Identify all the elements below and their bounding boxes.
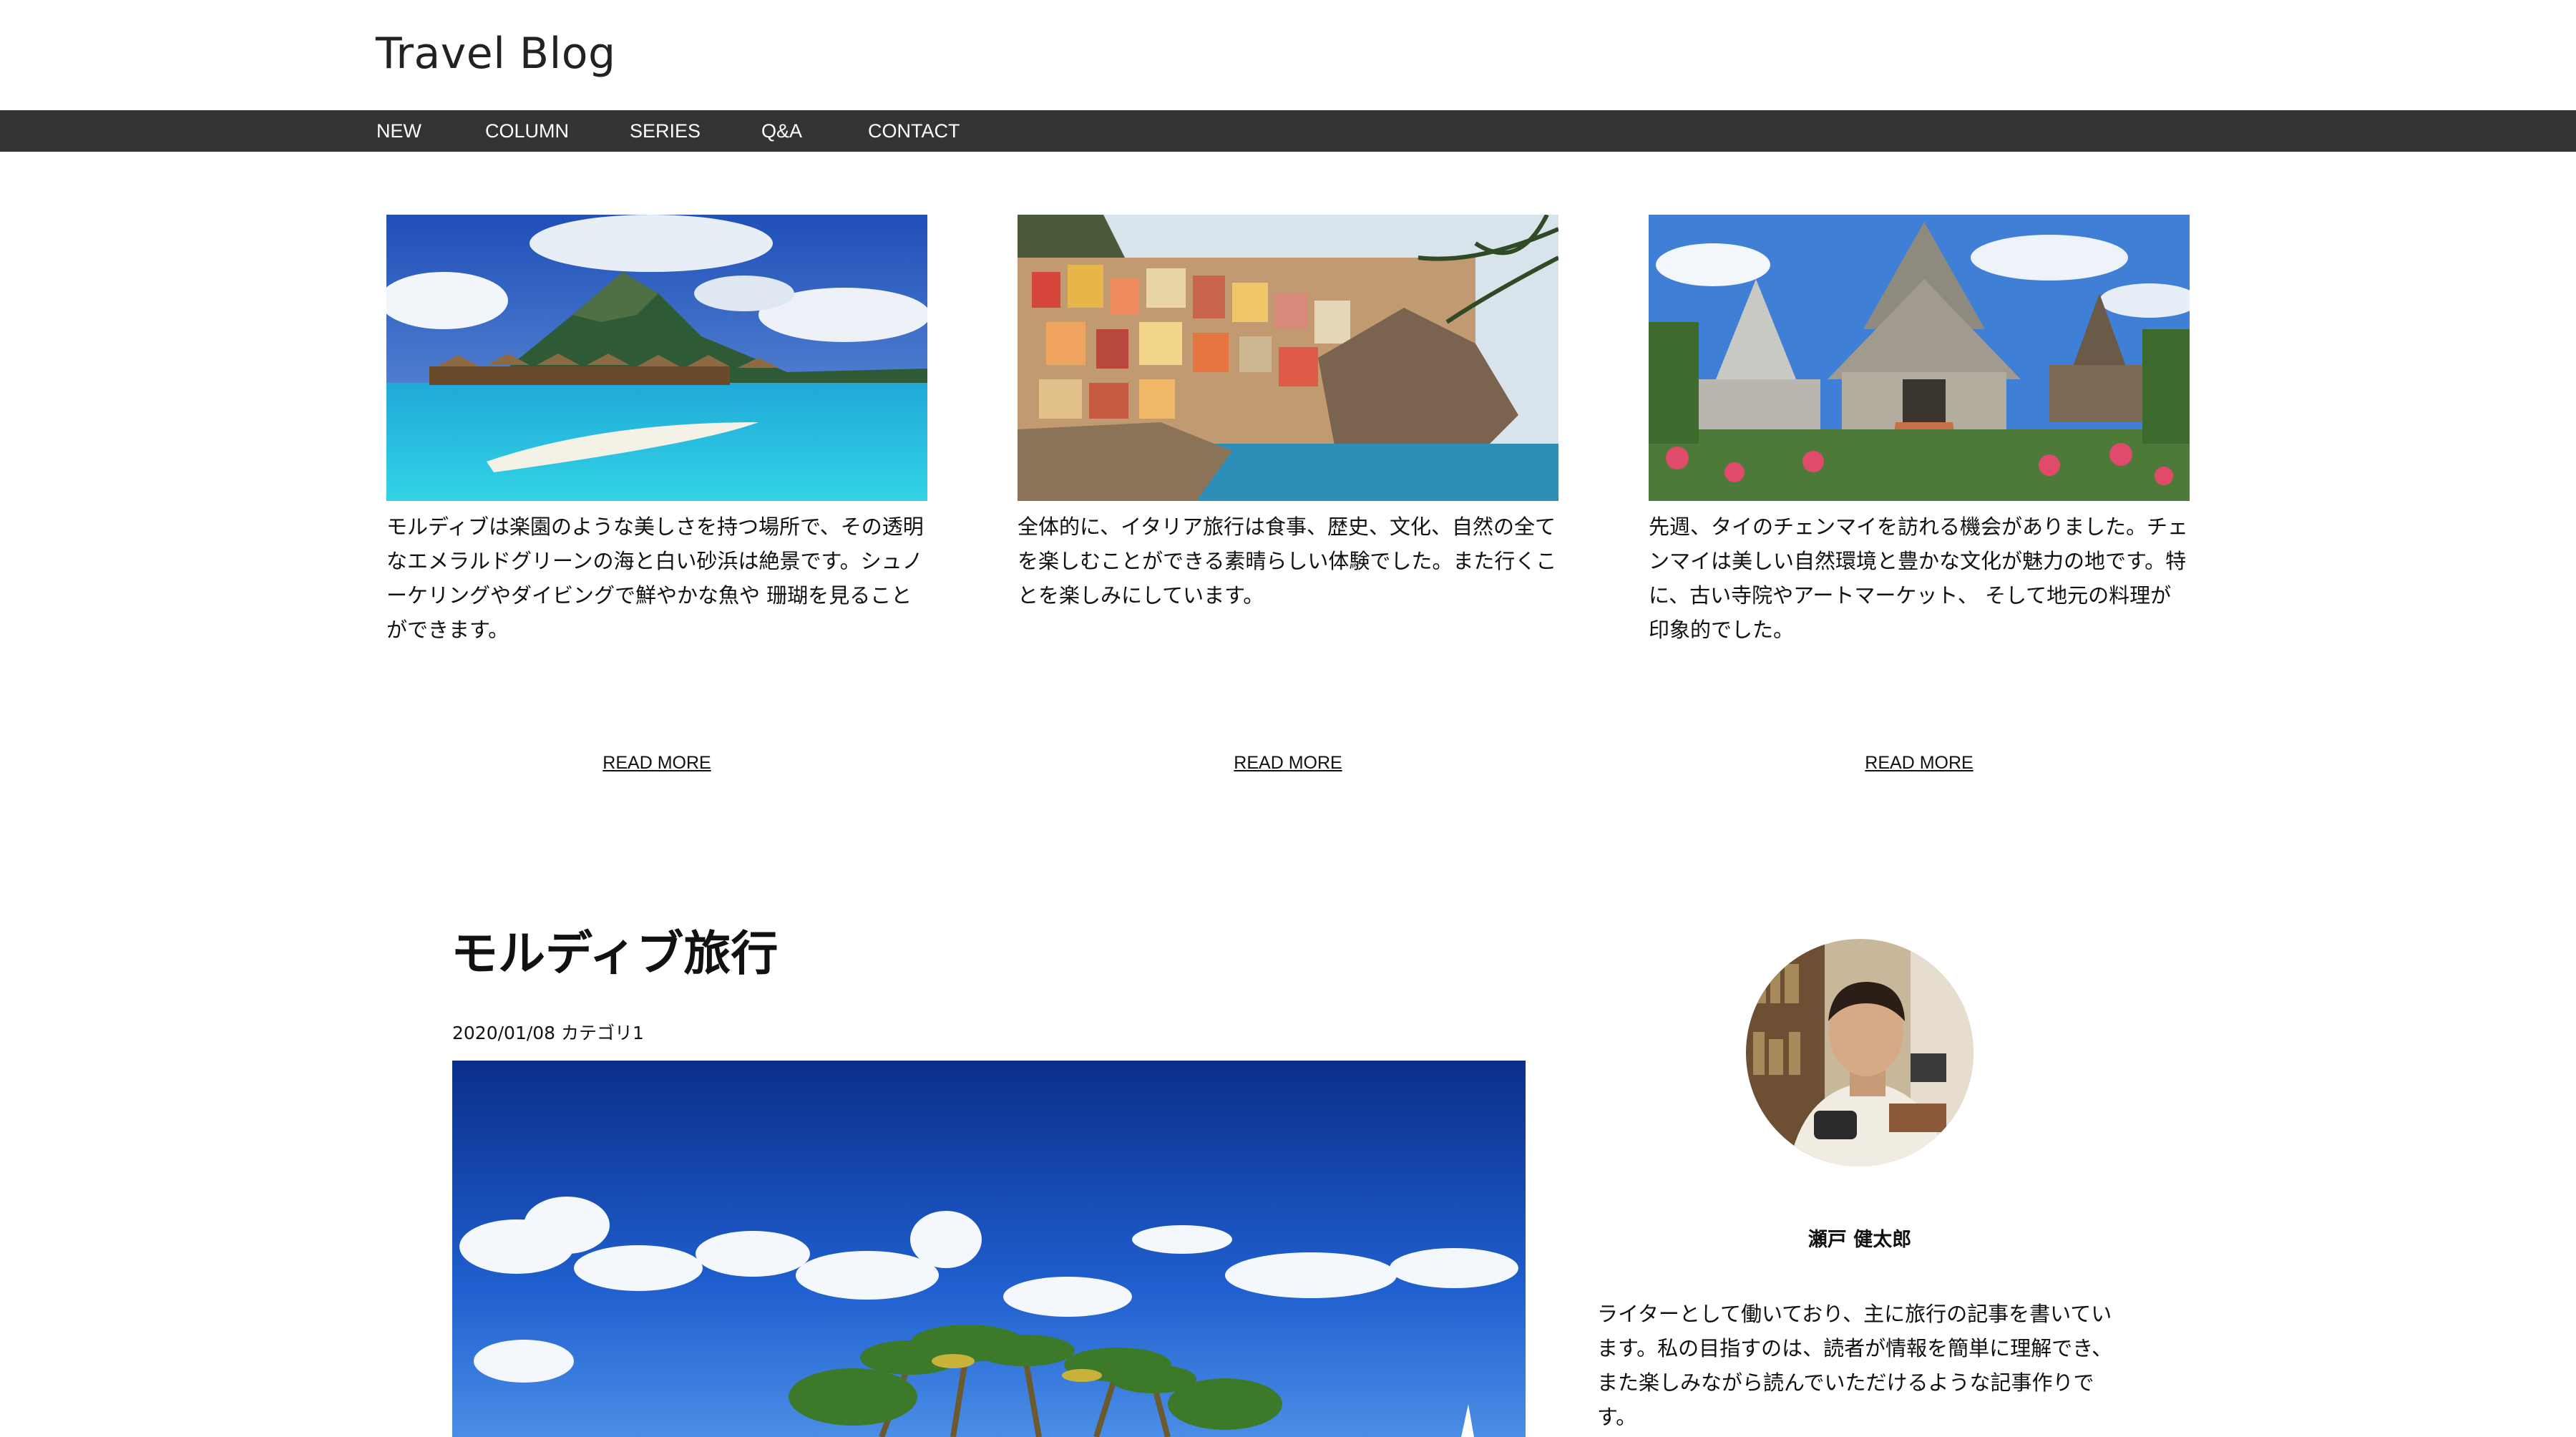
card-excerpt: 先週、タイのチェンマイを訪れる機会がありました。チェンマイは美しい自然環境と豊か… [1649,515,2189,642]
card-image-maldives[interactable] [386,215,927,501]
card-excerpt: 全体的に、イタリア旅行は食事、歴史、文化、自然の全てを楽しむことができる素晴らし… [1018,515,1557,608]
nav-item-column[interactable]: COLUMN [485,110,569,152]
article-card: モルディブは楽園のような美しさを持つ場所で、その透明なエメラルドグリーンの海と白… [386,215,927,787]
author-avatar [1746,939,1974,1166]
nav-item-new[interactable]: NEW [376,110,421,152]
maldives-photo [386,215,927,501]
article-hero-image [452,1061,1526,1437]
article-title: モルディブ旅行 [451,926,779,981]
author-bio: ライターとして働いており、主に旅行の記事を書いています。私の目指すのは、読者が情… [1597,1302,2113,1429]
nav-item-contact[interactable]: CONTACT [868,110,960,152]
card-image-chiang-mai[interactable] [1649,215,2190,501]
article-meta: 2020/01/08 カテゴリ1 [452,1023,644,1043]
author-photo [1746,939,1974,1166]
read-more-link[interactable]: READ MORE [386,753,927,774]
article-card: 全体的に、イタリア旅行は食事、歴史、文化、自然の全てを楽しむことができる素晴らし… [1018,215,1558,787]
nav-item-qa[interactable]: Q&A [761,110,802,152]
site-title[interactable]: Travel Blog [376,21,616,86]
temple-photo [1649,215,2190,501]
article-card: 先週、タイのチェンマイを訪れる機会がありました。チェンマイは美しい自然環境と豊か… [1649,215,2190,787]
main-nav: NEW COLUMN SERIES Q&A CONTACT [0,110,2576,152]
author-name: 瀬戸 健太郎 [1807,1229,1912,1251]
cinque-terre-photo [1018,215,1558,501]
read-more-link[interactable]: READ MORE [1649,753,2190,774]
card-image-italy[interactable] [1018,215,1558,501]
nav-item-series[interactable]: SERIES [630,110,701,152]
site-header: Travel Blog [0,0,2576,110]
read-more-link[interactable]: READ MORE [1018,753,1558,774]
island-photo [452,1061,1526,1437]
card-excerpt: モルディブは楽園のような美しさを持つ場所で、その透明なエメラルドグリーンの海と白… [386,515,924,642]
